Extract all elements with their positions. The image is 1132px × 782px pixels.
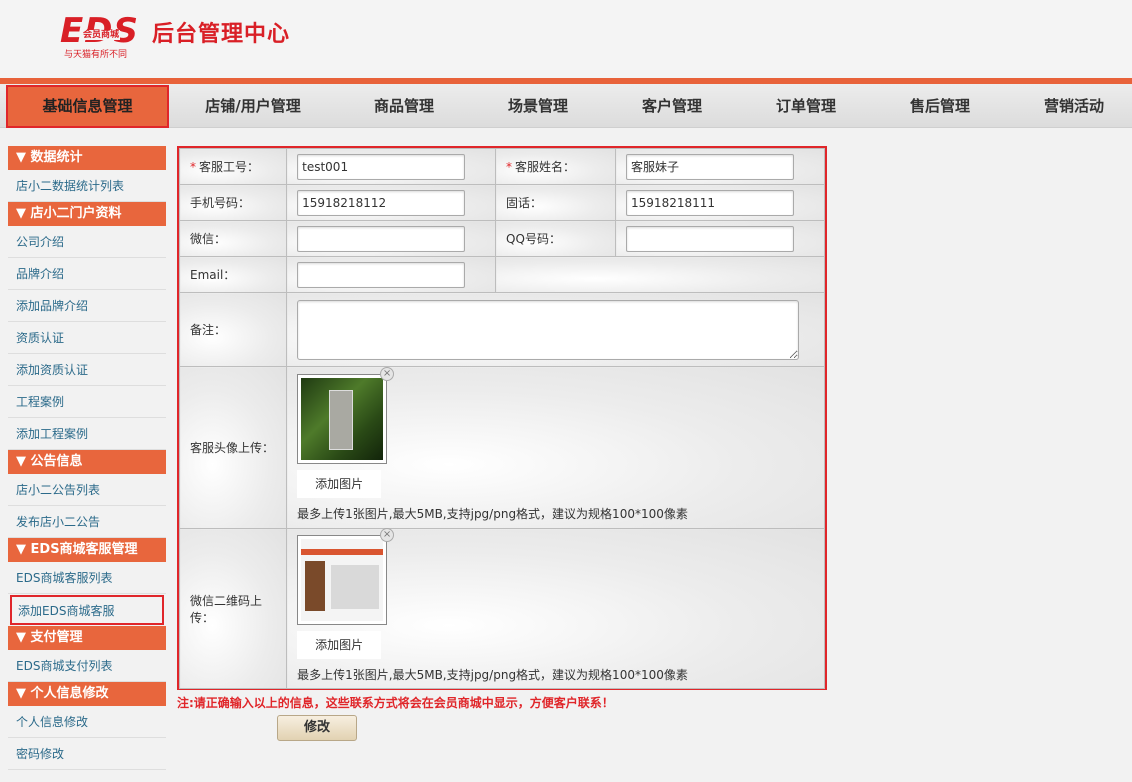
staff-name-input[interactable] — [626, 153, 795, 180]
phone-input[interactable] — [626, 189, 795, 216]
qrcode-label: 微信二维码上传： — [178, 528, 288, 689]
staff-id-cell — [286, 148, 497, 185]
sidebar-item-change-password[interactable]: 密码修改 — [8, 738, 166, 770]
nav-item-marketing[interactable]: 营销活动 — [1007, 84, 1132, 128]
sidebar-item-certification[interactable]: 资质认证 — [8, 322, 166, 354]
logo-sub-text: 会员商城 — [82, 30, 121, 40]
logo[interactable]: EDS 会员商城 与天猫有所不同 后台管理中心 — [60, 14, 320, 64]
close-icon[interactable]: × — [380, 366, 395, 381]
avatar-cell: × 添加图片 最多上传1张图片,最大5MB,支持jpg/png格式，建议为规格1… — [286, 366, 825, 529]
wechat-cell — [286, 220, 497, 257]
sidebar: ▼ 数据统计 店小二数据统计列表 ▼ 店小二门户资料 公司介绍 品牌介绍 添加品… — [8, 146, 166, 770]
qrcode-upload-hint: 最多上传1张图片,最大5MB,支持jpg/png格式，建议为规格100*100像… — [297, 667, 688, 682]
qq-input[interactable] — [626, 225, 795, 252]
required-mark: * — [506, 160, 513, 174]
page-title: 后台管理中心 — [152, 22, 291, 47]
mobile-label: 手机号码： — [178, 184, 288, 221]
email-input[interactable] — [297, 261, 466, 288]
staff-name-label: * 客服姓名： — [495, 148, 617, 185]
avatar-upload-hint: 最多上传1张图片,最大5MB,支持jpg/png格式，建议为规格100*100像… — [297, 506, 688, 521]
sidebar-item-add-certification[interactable]: 添加资质认证 — [8, 354, 166, 386]
sidebar-group-announcements[interactable]: ▼ 公告信息 — [8, 450, 166, 474]
sidebar-group-portal[interactable]: ▼ 店小二门户资料 — [8, 202, 166, 226]
sidebar-group-customer-service[interactable]: ▼ EDS商城客服管理 — [8, 538, 166, 562]
staff-id-input[interactable] — [297, 153, 466, 180]
sidebar-item-cs-list[interactable]: EDS商城客服列表 — [8, 562, 166, 594]
avatar-label: 客服头像上传： — [178, 366, 288, 529]
remark-textarea[interactable] — [297, 299, 800, 360]
sidebar-item-edit-profile[interactable]: 个人信息修改 — [8, 706, 166, 738]
nav-item-after-sales[interactable]: 售后管理 — [873, 84, 1007, 128]
nav-item-store-user[interactable]: 店铺/用户管理 — [186, 84, 320, 128]
nav-item-customers[interactable]: 客户管理 — [605, 84, 739, 128]
avatar-thumbnail: × — [297, 366, 395, 464]
avatar-image — [301, 377, 384, 460]
email-row-empty — [495, 256, 825, 293]
sidebar-item-announcement-list[interactable]: 店小二公告列表 — [8, 474, 166, 506]
avatar-add-image-button[interactable]: 添加图片 — [297, 469, 382, 498]
sidebar-item-payment-list[interactable]: EDS商城支付列表 — [8, 650, 166, 682]
close-icon[interactable]: × — [380, 527, 395, 542]
sidebar-group-profile[interactable]: ▼ 个人信息修改 — [8, 682, 166, 706]
sidebar-item-brand-intro[interactable]: 品牌介绍 — [8, 258, 166, 290]
logo-tagline: 与天猫有所不同 — [64, 50, 128, 60]
sidebar-group-payment[interactable]: ▼ 支付管理 — [8, 626, 166, 650]
top-nav: 基础信息管理 店铺/用户管理 商品管理 场景管理 客户管理 订单管理 售后管理 … — [0, 84, 1132, 128]
email-label: Email： — [178, 256, 288, 293]
staff-id-label: * 客服工号： — [178, 148, 288, 185]
qq-cell — [615, 220, 825, 257]
mobile-input[interactable] — [297, 189, 466, 216]
required-mark: * — [190, 160, 196, 174]
cs-form-table: *客服工号： *客服姓名： 手机号码： 固话： 微信： QQ号码： Email：… — [178, 148, 825, 689]
sidebar-item-company-intro[interactable]: 公司介绍 — [8, 226, 166, 258]
sidebar-item-add-project[interactable]: 添加工程案例 — [8, 418, 166, 450]
wechat-label: 微信： — [178, 220, 288, 257]
phone-label: 固话： — [495, 184, 617, 221]
nav-item-products[interactable]: 商品管理 — [337, 84, 471, 128]
phone-cell — [615, 184, 825, 221]
sidebar-item-add-cs[interactable]: 添加EDS商城客服 — [10, 595, 164, 625]
nav-item-basic-info[interactable]: 基础信息管理 — [6, 85, 169, 128]
remark-cell — [286, 292, 825, 367]
header: EDS 会员商城 与天猫有所不同 后台管理中心 — [0, 0, 1132, 80]
qrcode-thumbnail: × — [297, 527, 395, 625]
sidebar-item-projects[interactable]: 工程案例 — [8, 386, 166, 418]
qrcode-cell: × 添加图片 最多上传1张图片,最大5MB,支持jpg/png格式，建议为规格1… — [286, 527, 825, 689]
cs-form: *客服工号： *客服姓名： 手机号码： 固话： 微信： QQ号码： Email：… — [177, 146, 827, 690]
sidebar-item-stats-list[interactable]: 店小二数据统计列表 — [8, 170, 166, 202]
remark-label: 备注： — [178, 292, 288, 367]
wechat-input[interactable] — [297, 225, 466, 252]
staff-name-cell — [615, 148, 825, 185]
mobile-cell — [286, 184, 497, 221]
sidebar-group-stats[interactable]: ▼ 数据统计 — [8, 146, 166, 170]
nav-item-scenes[interactable]: 场景管理 — [471, 84, 605, 128]
submit-button[interactable]: 修改 — [277, 715, 357, 741]
staff-id-label-text: 客服工号： — [199, 160, 260, 174]
nav-item-orders[interactable]: 订单管理 — [739, 84, 873, 128]
qq-label: QQ号码： — [495, 220, 617, 257]
email-cell — [286, 256, 497, 293]
form-notice: 注:请正确输入以上的信息，这些联系方式将会在会员商城中显示，方便客户联系！ — [177, 696, 614, 710]
qrcode-add-image-button[interactable]: 添加图片 — [297, 630, 382, 659]
qrcode-image — [301, 538, 384, 621]
sidebar-item-add-brand-intro[interactable]: 添加品牌介绍 — [8, 290, 166, 322]
staff-name-label-text: 客服姓名： — [515, 160, 576, 174]
sidebar-item-publish-announcement[interactable]: 发布店小二公告 — [8, 506, 166, 538]
